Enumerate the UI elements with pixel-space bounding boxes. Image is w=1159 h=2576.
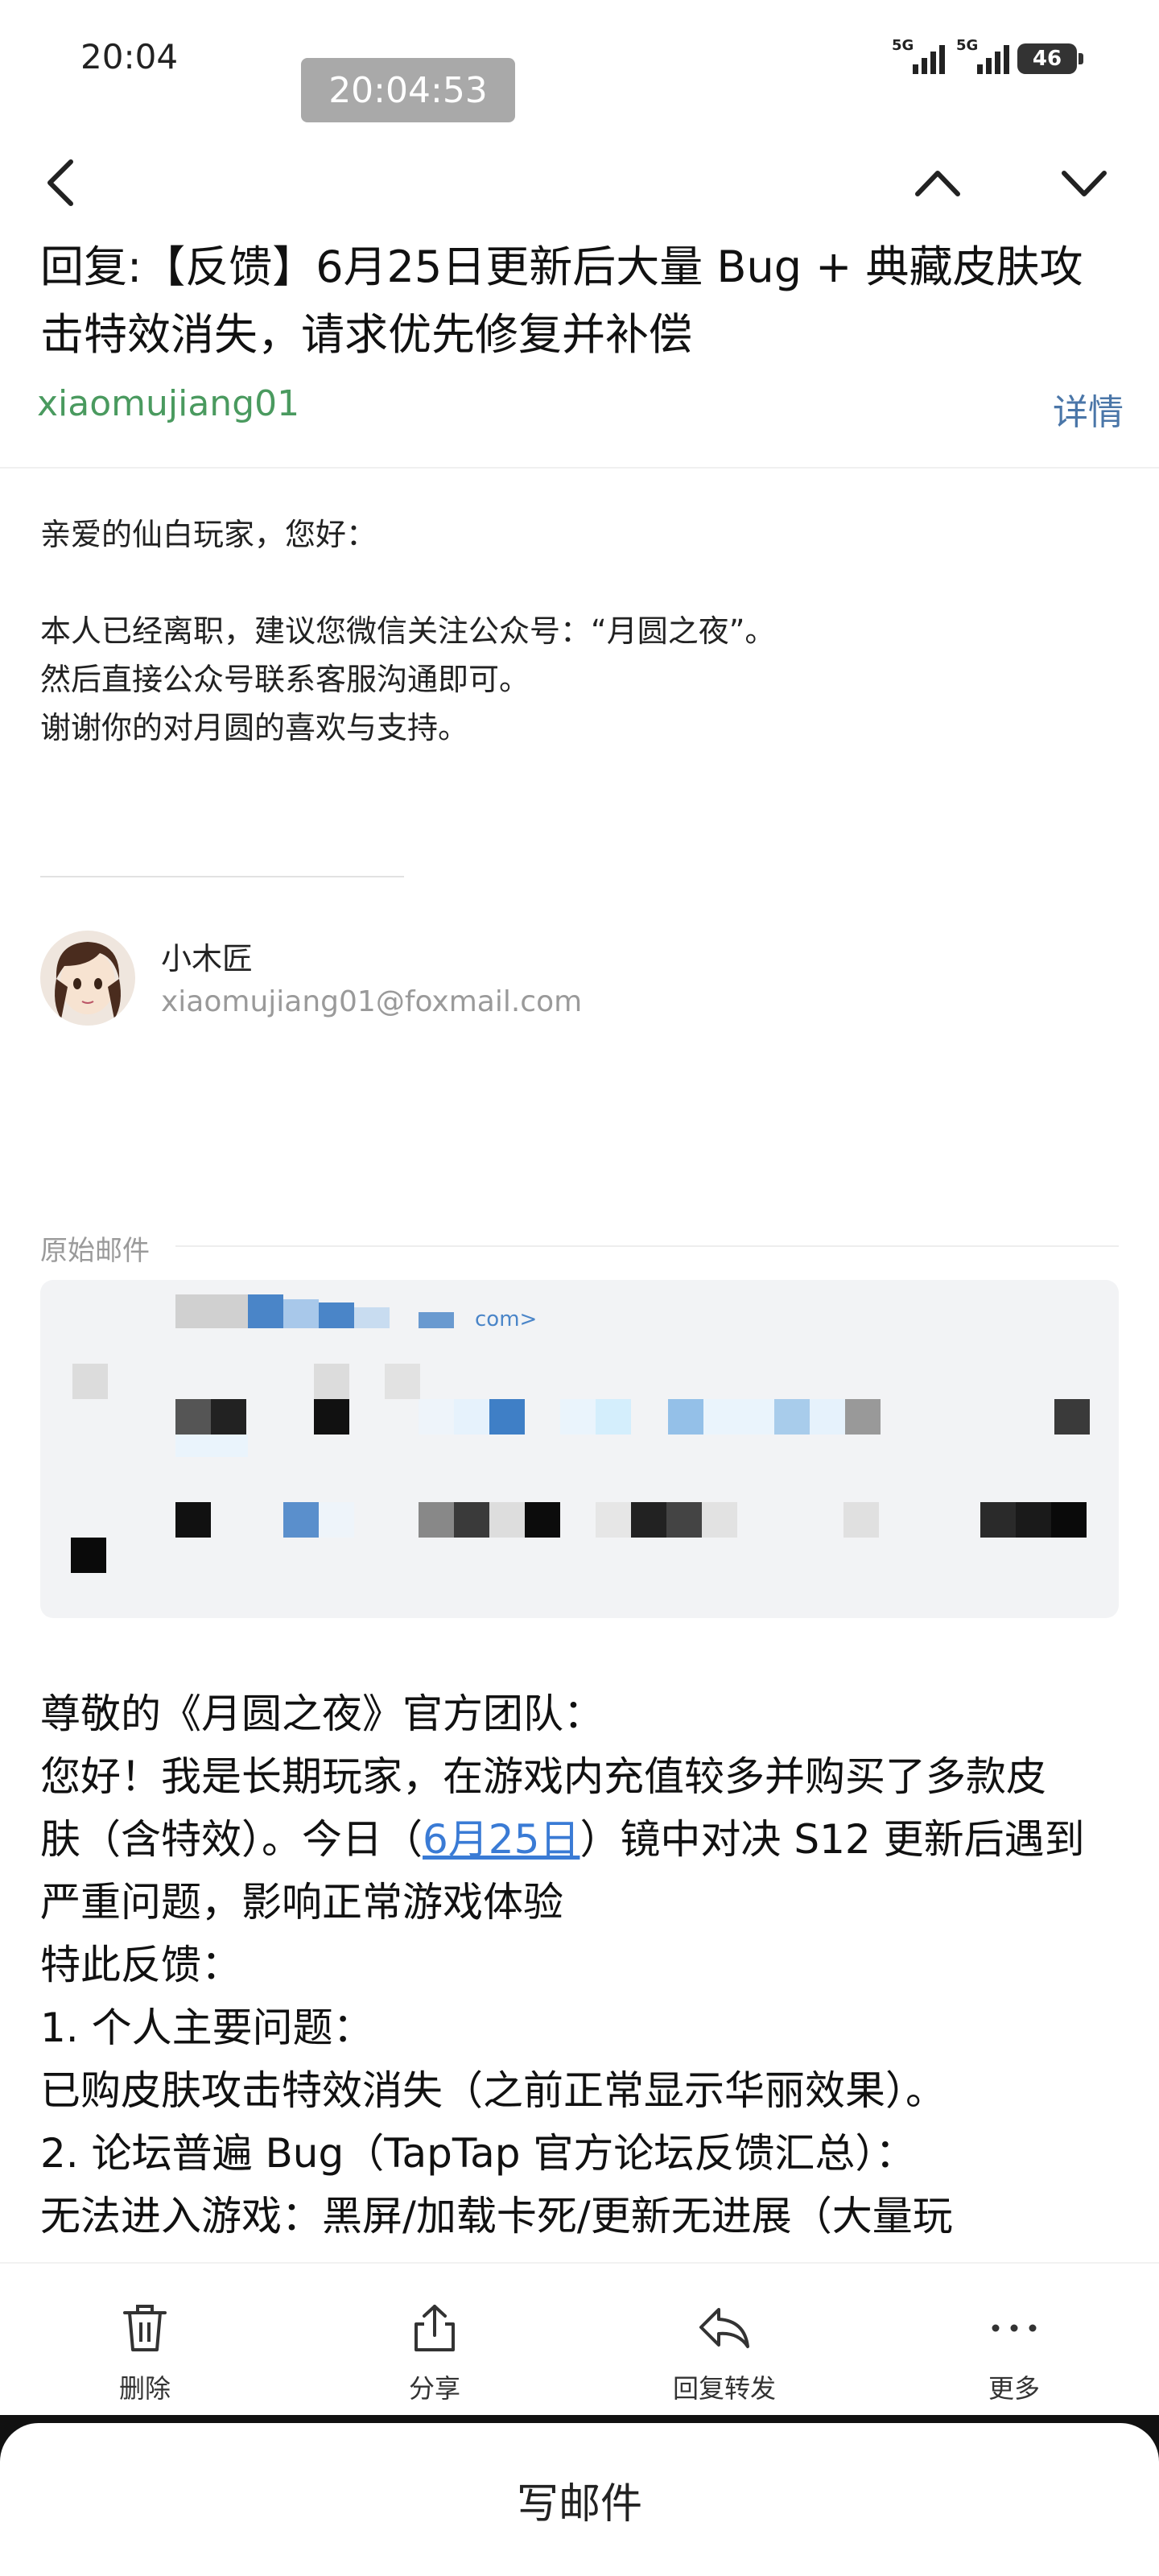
reply-line: 然后直接公众号联系客服沟通即可。 (40, 662, 530, 697)
original-mail-label: 原始邮件 (40, 1235, 150, 1267)
details-link[interactable]: 详情 (1053, 383, 1124, 435)
mail-subject: 回复:【反馈】6月25日更新后大量 Bug + 典藏皮肤攻击特效消失，请求优先修… (40, 242, 1083, 360)
signature-name: 小木匠 (161, 941, 254, 976)
body-line: 尊敬的《月圆之夜》官方团队： (40, 1690, 604, 1737)
status-bar: 20:04 20:04:53 5G 5G 46 (0, 0, 1159, 122)
signature-email[interactable]: xiaomujiang01@foxmail.com (161, 985, 582, 1018)
trash-icon (123, 2305, 167, 2351)
compose-button[interactable]: 写邮件 (0, 2423, 1159, 2576)
original-mail-header-redacted: com> (40, 1280, 1119, 1618)
status-time: 20:04 (80, 37, 179, 76)
body-line: 无法进入游戏：黑屏/加载卡死/更新无进展（大量玩 (40, 2193, 953, 2240)
more-label: 更多 (988, 2373, 1040, 2404)
body-line: 您好！我是长期玩家，在游戏内充值较多并购买了多款皮 (40, 1753, 1046, 1800)
battery-icon: 46 (1017, 43, 1083, 74)
compose-label: 写邮件 (516, 2479, 642, 2529)
reply-body: 亲爱的仙白玩家，您好： 本人已经离职，建议您微信关注公众号：“月圆之夜”。 然后… (40, 510, 1119, 752)
delete-label: 删除 (118, 2373, 171, 2404)
body-line: 2. 论坛普遍 Bug（TapTap 官方论坛反馈汇总）： (40, 2130, 916, 2177)
share-icon (415, 2305, 455, 2351)
body-line: 严重问题，影响正常游戏体验 (40, 1879, 563, 1926)
reply-forward-button[interactable]: 回复转发 (644, 2288, 805, 2405)
signal-icon: 5G (956, 37, 1009, 74)
reply-line: 本人已经离职，建议您微信关注公众号：“月圆之夜”。 (40, 613, 776, 649)
delete-button[interactable]: 删除 (64, 2288, 225, 2405)
body-line: 已购皮肤攻击特效消失（之前正常显示华丽效果）。 (40, 2067, 946, 2114)
body-line: 1. 个人主要问题： (40, 2004, 373, 2051)
reply-line (40, 559, 1119, 607)
share-label: 分享 (408, 2373, 460, 2404)
body-line: 肤（含特效）。今日（6月25日）镜中对决 S12 更新后遇到 (40, 1816, 1085, 1863)
reply-icon (699, 2308, 749, 2348)
more-icon (992, 2324, 1037, 2332)
date-link[interactable]: 6月25日 (423, 1816, 580, 1863)
more-button[interactable]: 更多 (934, 2288, 1095, 2405)
next-mail-icon[interactable] (1056, 159, 1112, 207)
previous-mail-icon[interactable] (909, 159, 966, 207)
original-mail-body: 尊敬的《月圆之夜》官方团队： 您好！我是长期玩家，在游戏内充值较多并购买了多款皮… (40, 1682, 1127, 2248)
back-icon[interactable] (40, 151, 80, 215)
signal-indicators: 5G 5G (892, 37, 1009, 74)
sender-row: xiaomujiang01 详情 (37, 383, 1124, 436)
header-divider (0, 467, 1159, 469)
signal-icon: 5G (892, 37, 945, 74)
signature-divider (40, 876, 404, 877)
mail-navbar (0, 141, 1159, 229)
reply-line: 谢谢你的对月圆的喜欢与支持。 (40, 710, 469, 745)
original-mail-divider (175, 1245, 1119, 1247)
reply-line: 亲爱的仙白玩家，您好： (40, 517, 377, 552)
sender-name[interactable]: xiaomujiang01 (37, 383, 299, 424)
body-line: 特此反馈： (40, 1942, 241, 1988)
bottom-toolbar: 删除 分享 回复转发 更多 (0, 2262, 1159, 2415)
share-button[interactable]: 分享 (354, 2288, 515, 2405)
reply-forward-label: 回复转发 (672, 2373, 776, 2404)
screenshot-time-pill: 20:04:53 (301, 58, 515, 122)
avatar (40, 931, 135, 1026)
original-header-fragment: com> (475, 1307, 538, 1331)
